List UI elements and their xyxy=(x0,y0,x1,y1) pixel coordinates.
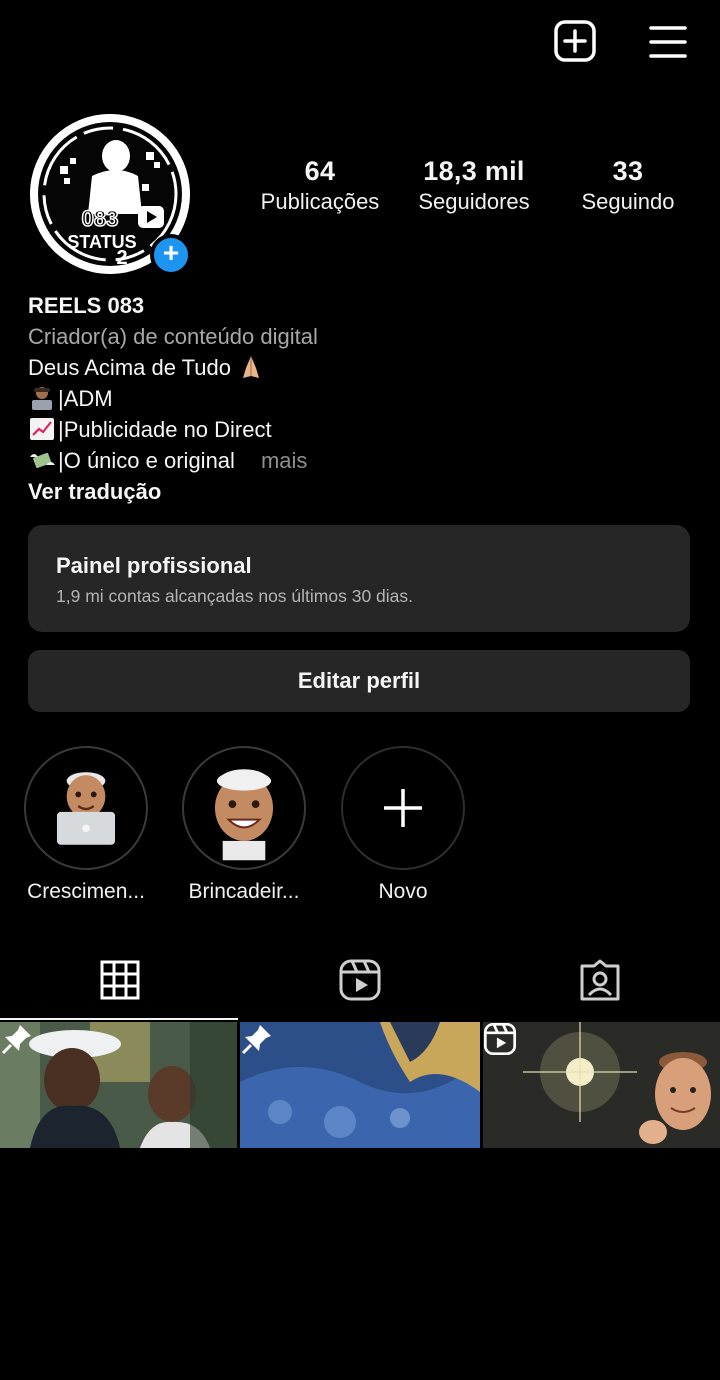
pin-icon xyxy=(241,1025,271,1055)
reels-icon xyxy=(483,1022,517,1056)
post-image xyxy=(0,1022,237,1148)
tab-reels[interactable] xyxy=(240,940,480,1020)
bio-text: Deus Acima de Tudo xyxy=(28,355,232,380)
highlight-label: Novo xyxy=(378,880,428,903)
chart-increasing-icon xyxy=(30,418,54,440)
tab-grid[interactable] xyxy=(0,940,240,1020)
profile-avatar-container: 083 STATUS 2 + xyxy=(30,114,194,278)
bio-text: |ADM xyxy=(58,386,113,411)
following-count[interactable]: 33 Seguindo xyxy=(548,156,708,215)
highlight-label: Crescimen... xyxy=(27,880,145,903)
hamburger-menu-icon xyxy=(649,26,687,58)
followers-count[interactable]: 18,3 mil Seguidores xyxy=(394,156,554,215)
plus-square-icon xyxy=(554,20,596,62)
profile-bio: REELS 083 Criador(a) de conteúdo digital… xyxy=(28,290,688,507)
plus-icon xyxy=(384,789,422,827)
profile-name: REELS 083 xyxy=(28,293,145,318)
highlight-cover xyxy=(341,746,465,870)
praying-hands-icon xyxy=(243,356,260,378)
technologist-icon xyxy=(32,387,52,410)
posts-grid xyxy=(0,1022,720,1148)
svg-text:083: 083 xyxy=(82,206,119,231)
post-image xyxy=(240,1022,480,1148)
bio-line: |ADM xyxy=(28,383,688,414)
menu-button[interactable] xyxy=(646,22,690,62)
reels-icon xyxy=(339,959,381,1001)
svg-text:2: 2 xyxy=(116,247,127,269)
tagged-person-icon xyxy=(580,959,620,1001)
profile-stats: 64 Publicações 18,3 mil Seguidores 33 Se… xyxy=(240,156,710,226)
highlight-cover xyxy=(24,746,148,870)
stat-label: Publicações xyxy=(260,189,380,214)
dashboard-subtitle: 1,9 mi contas alcançadas nos últimos 30 … xyxy=(56,586,413,606)
stat-label: Seguidores xyxy=(418,189,530,214)
bio-line: Deus Acima de Tudo xyxy=(28,352,688,383)
profile-tabs xyxy=(0,940,720,1020)
post-image xyxy=(483,1022,720,1148)
posts-count[interactable]: 64 Publicações xyxy=(240,156,400,215)
highlight-item[interactable]: Crescimen... xyxy=(6,746,166,904)
create-post-button[interactable] xyxy=(553,19,597,63)
money-with-wings-icon xyxy=(30,452,55,469)
see-translation-link[interactable]: Ver tradução xyxy=(28,476,688,507)
bio-line: |Publicidade no Direct xyxy=(28,414,688,445)
tab-tagged[interactable] xyxy=(480,940,720,1020)
pin-icon xyxy=(1,1025,31,1055)
stat-value: 18,3 mil xyxy=(423,156,525,186)
bio-text: |Publicidade no Direct xyxy=(58,417,272,442)
grid-icon xyxy=(100,960,140,1000)
highlight-item[interactable]: Brincadeir... xyxy=(164,746,324,904)
post-thumbnail[interactable] xyxy=(483,1022,720,1148)
plus-icon: + xyxy=(162,237,180,268)
more-link[interactable]: mais xyxy=(261,448,307,473)
memoji-laptop-icon xyxy=(56,772,116,845)
profile-category[interactable]: Criador(a) de conteúdo digital xyxy=(28,321,688,352)
stat-value: 64 xyxy=(304,156,336,186)
highlight-cover xyxy=(182,746,306,870)
add-story-button[interactable]: + xyxy=(150,234,192,276)
highlight-label: Brincadeir... xyxy=(188,880,300,903)
edit-profile-button[interactable]: Editar perfil xyxy=(28,650,690,712)
professional-dashboard[interactable]: Painel profissional 1,9 mi contas alcanç… xyxy=(28,525,690,632)
stat-label: Seguindo xyxy=(581,189,675,214)
dashboard-title: Painel profissional xyxy=(56,553,252,578)
post-thumbnail[interactable] xyxy=(0,1022,237,1148)
highlight-new[interactable]: Novo xyxy=(323,746,483,904)
bio-line: |O único e original mais xyxy=(28,445,688,476)
active-tab-indicator xyxy=(0,1018,238,1020)
top-bar xyxy=(0,0,720,84)
memoji-face-icon xyxy=(214,769,274,861)
bio-text: |O único e original xyxy=(58,448,235,473)
post-thumbnail[interactable] xyxy=(240,1022,480,1148)
stat-value: 33 xyxy=(612,156,644,186)
